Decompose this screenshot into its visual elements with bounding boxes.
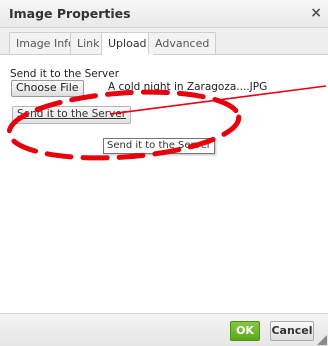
image-properties-dialog: Image Properties × Image Info Link Uploa… [0,0,328,346]
ok-button[interactable]: OK [230,321,260,341]
send-to-server-button[interactable]: Send it to the Server [12,106,132,124]
send-button-tooltip: Send it to the Server [103,138,215,154]
tab-bar: Image Info Link Upload Advanced [0,28,328,55]
resize-grip-icon[interactable] [317,335,327,345]
selected-file-name: A cold night in Zaragoza....JPG [108,81,268,93]
close-icon[interactable]: × [310,5,322,21]
upload-field-label: Send it to the Server [10,68,120,80]
dialog-titlebar[interactable]: Image Properties × [0,0,328,28]
dialog-title: Image Properties [9,6,131,21]
tab-advanced[interactable]: Advanced [148,32,217,54]
upload-panel: Send it to the Server Choose File A cold… [0,55,328,313]
dialog-footer: OK Cancel [0,313,328,346]
choose-file-button[interactable]: Choose File [11,80,84,97]
tab-upload[interactable]: Upload [101,32,154,55]
cancel-button[interactable]: Cancel [270,321,314,341]
